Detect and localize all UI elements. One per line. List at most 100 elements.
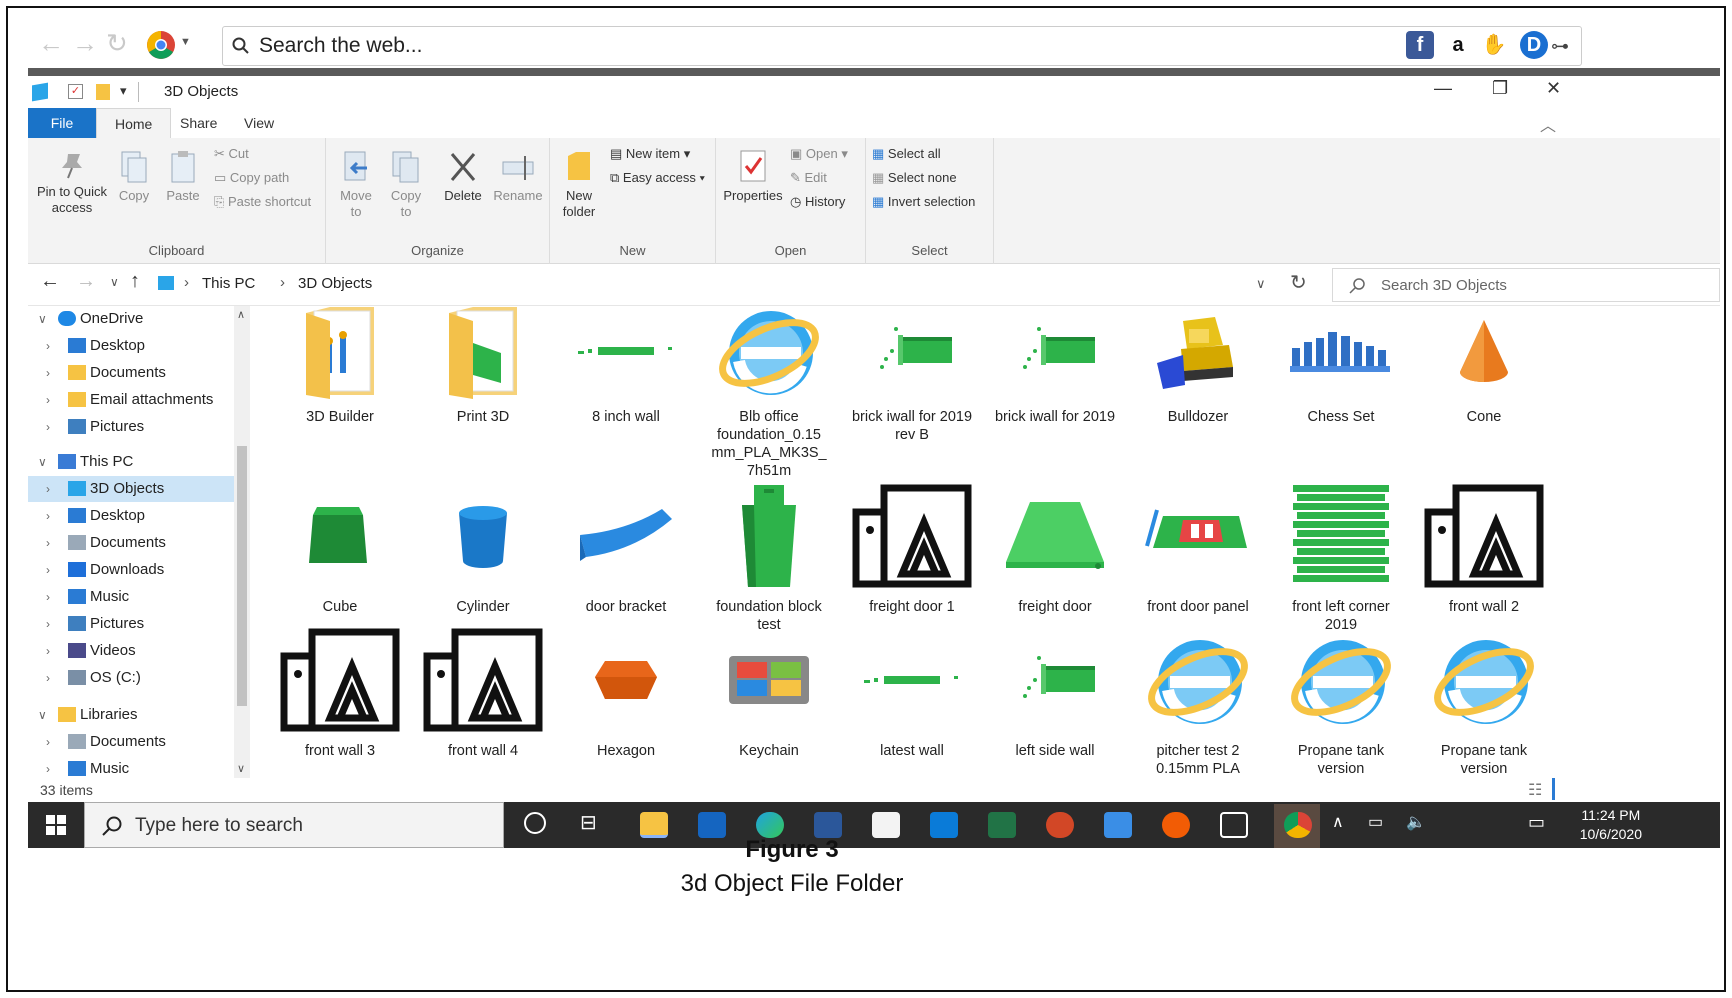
breadcrumb-this-pc[interactable]: This PC (202, 275, 255, 292)
copy-path-button[interactable]: ▭ Copy path (214, 170, 289, 186)
refresh-icon[interactable]: ↻ (1290, 270, 1307, 295)
file-item[interactable]: front wall 4 (419, 628, 547, 760)
back-arrow-icon[interactable]: ← (40, 270, 60, 293)
volume-icon[interactable]: 🔈 (1406, 812, 1426, 832)
chevron-right-icon[interactable]: › (46, 387, 50, 413)
nav-item[interactable]: › Documents (28, 360, 238, 386)
breadcrumb-3d-objects[interactable]: 3D Objects (298, 275, 372, 292)
file-item[interactable]: front left corner 2019 (1277, 485, 1405, 634)
properties-check-icon[interactable]: ✓ (68, 84, 83, 99)
nav-item[interactable]: › Music (28, 584, 238, 610)
3d-viewer-taskbar-icon[interactable] (1220, 812, 1248, 838)
reload-icon[interactable]: ↻ (106, 28, 128, 59)
file-item[interactable]: front wall 3 (276, 628, 404, 760)
forward-icon[interactable]: → (72, 28, 98, 59)
qat-dropdown-icon[interactable]: ▾ (120, 83, 127, 99)
file-item[interactable]: 3D Builder (276, 306, 404, 426)
rename-button[interactable]: Rename (492, 150, 544, 204)
tab-file[interactable]: File (28, 108, 96, 138)
task-view-icon[interactable]: ⊟ (580, 810, 597, 835)
app-taskbar-icon[interactable] (930, 812, 958, 838)
nav-item[interactable]: › OS (C:) (28, 665, 238, 691)
address-dropdown-icon[interactable]: ∨ (1256, 276, 1266, 292)
file-explorer-taskbar-icon[interactable] (640, 812, 668, 838)
folder-search-box[interactable]: Search 3D Objects (1332, 268, 1720, 302)
file-item[interactable]: door bracket (562, 496, 690, 616)
excel-taskbar-icon[interactable] (988, 812, 1016, 838)
select-none-button[interactable]: ▦ Select none (872, 170, 957, 186)
slicer-taskbar-icon[interactable] (1162, 812, 1190, 838)
file-item[interactable]: 8 inch wall (562, 306, 690, 426)
amazon-icon[interactable]: a (1444, 31, 1472, 59)
tab-share[interactable]: Share (162, 108, 235, 138)
word-taskbar-icon[interactable] (814, 812, 842, 838)
chrome-icon[interactable] (146, 30, 176, 65)
edge-taskbar-icon[interactable] (756, 812, 784, 838)
cortana-icon[interactable] (524, 812, 546, 834)
large-icons-view-icon[interactable] (1552, 778, 1555, 800)
nav-item[interactable]: › Desktop (28, 503, 238, 529)
copy-button[interactable]: Copy (114, 150, 154, 204)
chevron-down-icon[interactable]: ∨ (38, 449, 47, 475)
up-arrow-icon[interactable]: ↑ (130, 270, 140, 293)
details-view-icon[interactable]: ☷ (1528, 780, 1542, 800)
recent-locations-icon[interactable]: ∨ (110, 275, 119, 289)
new-folder-button[interactable]: New folder (556, 148, 602, 220)
chevron-right-icon[interactable]: › (46, 665, 50, 691)
scroll-down-icon[interactable]: ∨ (237, 762, 245, 775)
chevron-down-icon[interactable]: ∨ (38, 306, 47, 332)
chevron-right-icon[interactable]: › (46, 729, 50, 755)
file-item[interactable]: Keychain (705, 640, 833, 760)
paste-button[interactable]: Paste (162, 150, 204, 204)
forward-arrow-icon[interactable]: → (76, 270, 96, 293)
minimize-button[interactable]: — (1434, 78, 1452, 99)
edit-button[interactable]: ✎ Edit (790, 170, 827, 186)
file-item[interactable]: Propane tank version (1277, 640, 1405, 778)
pin-quick-access-button[interactable]: Pin to Quick access (32, 150, 112, 216)
file-item[interactable]: brick iwall for 2019 (991, 306, 1119, 426)
copy-to-button[interactable]: Copy to (384, 150, 428, 220)
scroll-up-icon[interactable]: ∧ (237, 308, 245, 321)
nav-item[interactable]: ∨ OneDrive (28, 306, 238, 332)
file-item[interactable]: brick iwall for 2019 rev B (848, 306, 976, 444)
chevron-down-icon[interactable]: ▼ (180, 36, 191, 48)
tab-home[interactable]: Home (96, 108, 172, 138)
chevron-right-icon[interactable]: › (46, 503, 50, 529)
file-item[interactable]: Bulldozer (1134, 306, 1262, 426)
cut-button[interactable]: ✂ Cut (214, 146, 249, 162)
chevron-right-icon[interactable]: › (46, 414, 50, 440)
web-search-box[interactable]: Search the web... ⊶ (222, 26, 1582, 66)
chevron-right-icon[interactable]: › (46, 584, 50, 610)
file-item[interactable]: pitcher test 2 0.15mm PLA (1134, 640, 1262, 778)
file-item[interactable]: left side wall (991, 640, 1119, 760)
store-taskbar-icon[interactable] (872, 812, 900, 838)
paste-shortcut-button[interactable]: ⎘ Paste shortcut (214, 194, 311, 210)
history-button[interactable]: ◷ History (790, 194, 845, 210)
file-item[interactable]: Propane tank version (1420, 640, 1548, 778)
nav-item[interactable]: › Documents (28, 530, 238, 556)
chevron-right-icon[interactable]: › (46, 333, 50, 359)
nav-item[interactable]: › Videos (28, 638, 238, 664)
show-hidden-icons-icon[interactable]: ∧ (1332, 812, 1344, 832)
easy-access-button[interactable]: ⧉ Easy access ▾ (610, 170, 705, 186)
chrome-taskbar-icon[interactable] (1284, 812, 1312, 838)
file-item[interactable]: Hexagon (562, 640, 690, 760)
chevron-right-icon[interactable]: › (46, 476, 50, 502)
folder-icon[interactable] (96, 84, 110, 100)
file-item[interactable]: Cube (276, 496, 404, 616)
nav-item[interactable]: › 3D Objects (28, 476, 238, 502)
properties-button[interactable]: Properties (720, 148, 786, 204)
key-icon[interactable]: ⊶ (1551, 36, 1569, 57)
facebook-icon[interactable]: f (1406, 31, 1434, 59)
outlook-taskbar-icon[interactable] (698, 812, 726, 838)
powerpoint-taskbar-icon[interactable] (1046, 812, 1074, 838)
back-icon[interactable]: ← (38, 28, 64, 59)
nav-item[interactable]: › Email attachments (28, 387, 238, 413)
navigation-scrollbar[interactable]: ∧ ∨ (234, 306, 250, 778)
nav-item[interactable]: ∨ This PC (28, 449, 238, 475)
file-item[interactable]: Print 3D (419, 306, 547, 426)
file-item[interactable]: Cone (1420, 306, 1548, 426)
file-item[interactable]: foundation block test (705, 485, 833, 634)
nav-item[interactable]: › Downloads (28, 557, 238, 583)
restore-button[interactable]: ❐ (1492, 78, 1508, 99)
